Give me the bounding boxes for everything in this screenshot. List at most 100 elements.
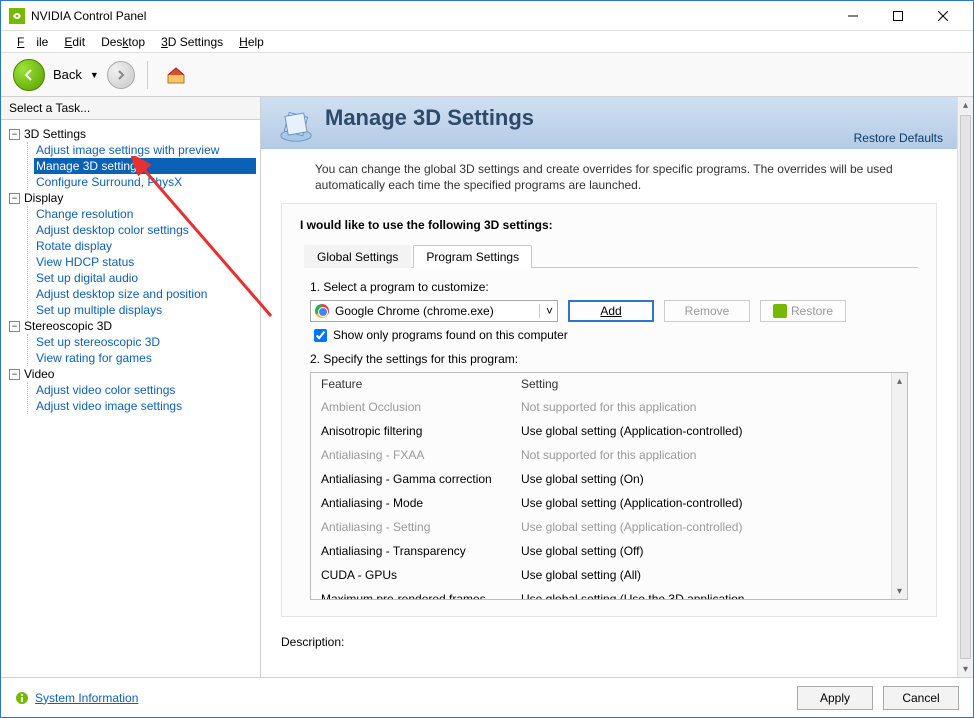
tab-global-settings[interactable]: Global Settings: [304, 245, 411, 268]
home-button[interactable]: [160, 59, 192, 91]
restore-button: Restore: [760, 300, 846, 322]
feature-setting: Not supported for this application: [521, 397, 696, 417]
sidebar-title: Select a Task...: [1, 97, 260, 120]
page-description: You can change the global 3D settings an…: [261, 149, 957, 203]
nvidia-icon: [773, 304, 787, 318]
tree-item-view-rating-for-games[interactable]: View rating for games: [34, 350, 256, 366]
tabs: Global Settings Program Settings: [304, 244, 918, 268]
feature-name: Antialiasing - FXAA: [321, 445, 521, 465]
tree-item-set-up-multiple-displays[interactable]: Set up multiple displays: [34, 302, 256, 318]
step2-label: 2. Specify the settings for this program…: [310, 352, 908, 366]
maximize-button[interactable]: [875, 2, 920, 30]
feature-row[interactable]: Antialiasing - Gamma correctionUse globa…: [311, 467, 891, 491]
feature-setting: Not supported for this application: [521, 445, 696, 465]
footer: System Information Apply Cancel: [1, 677, 973, 717]
feature-table-scrollbar[interactable]: ▴ ▾: [891, 373, 907, 599]
feature-setting: Use global setting (All): [521, 565, 641, 585]
settings-panel: I would like to use the following 3D set…: [281, 203, 937, 617]
task-tree: −3D SettingsAdjust image settings with p…: [1, 120, 260, 420]
scroll-up-icon[interactable]: ▴: [892, 373, 907, 389]
tree-group-display[interactable]: −Display: [9, 190, 256, 206]
feature-setting: Use global setting (Application-controll…: [521, 493, 742, 513]
menu-3d-settings[interactable]: 3D Settings: [155, 33, 229, 51]
step1-label: 1. Select a program to customize:: [310, 280, 908, 294]
feature-row[interactable]: Antialiasing - TransparencyUse global se…: [311, 539, 891, 563]
program-select-value: Google Chrome (chrome.exe): [335, 304, 494, 318]
tree-group-3d-settings[interactable]: −3D Settings: [9, 126, 256, 142]
tree-item-set-up-digital-audio[interactable]: Set up digital audio: [34, 270, 256, 286]
arrow-left-icon: [21, 67, 37, 83]
forward-button[interactable]: [107, 61, 135, 89]
tree-toggle-icon[interactable]: −: [9, 321, 20, 332]
feature-setting: Use global setting (On): [521, 469, 644, 489]
menu-edit[interactable]: Edit: [58, 33, 91, 51]
menu-desktop[interactable]: Desktop: [95, 33, 151, 51]
tree-group-stereoscopic-3d[interactable]: −Stereoscopic 3D: [9, 318, 256, 334]
feature-row[interactable]: Anisotropic filteringUse global setting …: [311, 419, 891, 443]
feature-name: Antialiasing - Setting: [321, 517, 521, 537]
scroll-down-icon[interactable]: ▾: [892, 583, 907, 599]
menu-file[interactable]: File: [11, 33, 54, 51]
tree-group-label: 3D Settings: [24, 127, 86, 141]
feature-row[interactable]: Maximum pre-rendered framesUse global se…: [311, 587, 891, 599]
tree-group-label: Stereoscopic 3D: [24, 319, 112, 333]
tree-item-adjust-video-color-settings[interactable]: Adjust video color settings: [34, 382, 256, 398]
show-only-programs-input[interactable]: [314, 329, 327, 342]
tree-item-adjust-desktop-color-settings[interactable]: Adjust desktop color settings: [34, 222, 256, 238]
program-select[interactable]: Google Chrome (chrome.exe) ˅: [310, 300, 558, 322]
tree-item-set-up-stereoscopic-3d[interactable]: Set up stereoscopic 3D: [34, 334, 256, 350]
toolbar-separator: [147, 61, 148, 89]
feature-setting: Use global setting (Application-controll…: [521, 421, 742, 441]
show-only-programs-checkbox[interactable]: Show only programs found on this compute…: [314, 328, 908, 342]
feature-name: Antialiasing - Gamma correction: [321, 469, 521, 489]
title-bar: NVIDIA Control Panel: [1, 1, 973, 31]
arrow-right-icon: [115, 69, 127, 81]
tree-group-label: Video: [24, 367, 54, 381]
window-title: NVIDIA Control Panel: [31, 9, 830, 23]
tab-body: 1. Select a program to customize: Google…: [300, 268, 918, 608]
feature-row[interactable]: Ambient OcclusionNot supported for this …: [311, 395, 891, 419]
close-button[interactable]: [920, 2, 965, 30]
tree-item-adjust-image-settings-with-preview[interactable]: Adjust image settings with preview: [34, 142, 256, 158]
description-block: Description:: [281, 635, 937, 649]
feature-table: Feature Setting Ambient OcclusionNot sup…: [310, 372, 908, 600]
cancel-button[interactable]: Cancel: [883, 686, 959, 710]
restore-defaults-link[interactable]: Restore Defaults: [854, 131, 943, 145]
feature-table-header: Feature Setting: [311, 373, 891, 395]
tree-item-view-hdcp-status[interactable]: View HDCP status: [34, 254, 256, 270]
tree-toggle-icon[interactable]: −: [9, 193, 20, 204]
tree-item-adjust-video-image-settings[interactable]: Adjust video image settings: [34, 398, 256, 414]
feature-row[interactable]: CUDA - GPUsUse global setting (All): [311, 563, 891, 587]
home-icon: [164, 63, 188, 87]
feature-name: Ambient Occlusion: [321, 397, 521, 417]
tree-toggle-icon[interactable]: −: [9, 129, 20, 140]
back-button[interactable]: [13, 59, 45, 91]
tree-item-configure-surround-physx[interactable]: Configure Surround, PhysX: [34, 174, 256, 190]
feature-name: Antialiasing - Transparency: [321, 541, 521, 561]
description-label: Description:: [281, 635, 937, 649]
back-dropdown-arrow-icon[interactable]: ▼: [90, 70, 99, 80]
apply-button[interactable]: Apply: [797, 686, 873, 710]
content-scroll-up-icon[interactable]: ▴: [958, 97, 973, 113]
add-button[interactable]: Add: [568, 300, 654, 322]
tree-item-adjust-desktop-size-and-position[interactable]: Adjust desktop size and position: [34, 286, 256, 302]
col-header-setting: Setting: [521, 377, 558, 391]
task-sidebar: Select a Task... −3D SettingsAdjust imag…: [1, 97, 261, 677]
content-scroll-down-icon[interactable]: ▾: [958, 661, 973, 677]
tree-group-video[interactable]: −Video: [9, 366, 256, 382]
page-title: Manage 3D Settings: [325, 105, 534, 131]
tree-item-manage-3d-settings[interactable]: Manage 3D settings: [34, 158, 256, 174]
feature-row[interactable]: Antialiasing - SettingUse global setting…: [311, 515, 891, 539]
chevron-down-icon: ˅: [539, 304, 553, 318]
tree-item-rotate-display[interactable]: Rotate display: [34, 238, 256, 254]
tab-program-settings[interactable]: Program Settings: [413, 245, 532, 268]
feature-row[interactable]: Antialiasing - ModeUse global setting (A…: [311, 491, 891, 515]
feature-row[interactable]: Antialiasing - FXAANot supported for thi…: [311, 443, 891, 467]
menu-help[interactable]: Help: [233, 33, 270, 51]
content-scrollbar[interactable]: ▴ ▾: [957, 97, 973, 677]
minimize-button[interactable]: [830, 2, 875, 30]
system-information-link[interactable]: System Information: [15, 691, 138, 705]
nvidia-logo-icon: [9, 8, 25, 24]
tree-toggle-icon[interactable]: −: [9, 369, 20, 380]
tree-item-change-resolution[interactable]: Change resolution: [34, 206, 256, 222]
